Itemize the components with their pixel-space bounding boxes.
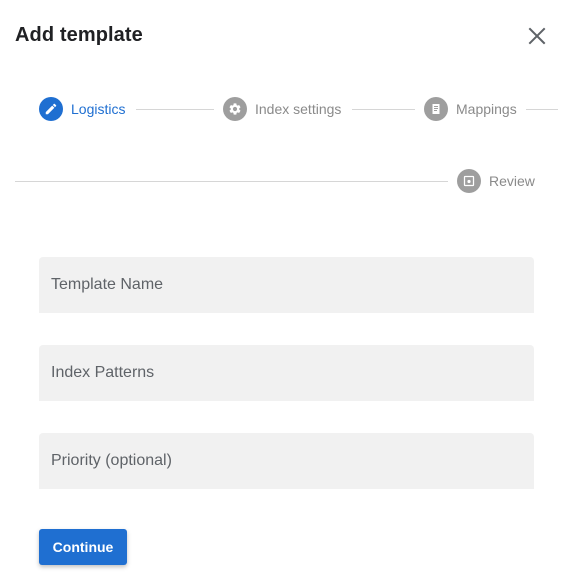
step-logistics[interactable]: Logistics — [39, 97, 125, 121]
step-connector — [526, 109, 558, 110]
step-label-review: Review — [489, 173, 535, 189]
template-name-input[interactable] — [39, 257, 534, 313]
dialog-title: Add template — [15, 24, 143, 46]
index-patterns-input[interactable] — [39, 345, 534, 401]
pencil-icon — [39, 97, 63, 121]
priority-input[interactable] — [39, 433, 534, 489]
priority-field — [39, 433, 534, 489]
close-icon — [528, 27, 546, 45]
index-patterns-field — [39, 345, 534, 401]
close-button[interactable] — [525, 24, 549, 48]
continue-button[interactable]: Continue — [39, 529, 127, 565]
step-label-mappings: Mappings — [456, 101, 517, 117]
step-review[interactable]: Review — [457, 169, 535, 193]
add-template-dialog: Add template Logistics Index settings Ma… — [0, 0, 571, 587]
preview-icon — [457, 169, 481, 193]
step-label-logistics: Logistics — [71, 101, 126, 117]
gear-icon — [223, 97, 247, 121]
step-connector — [136, 109, 214, 110]
step-label-index-settings: Index settings — [255, 101, 342, 117]
step-mappings[interactable]: Mappings — [424, 97, 517, 121]
step-index-settings[interactable]: Index settings — [223, 97, 341, 121]
step-connector — [352, 109, 415, 110]
document-icon — [424, 97, 448, 121]
template-name-field — [39, 257, 534, 313]
step-connector — [15, 181, 448, 182]
